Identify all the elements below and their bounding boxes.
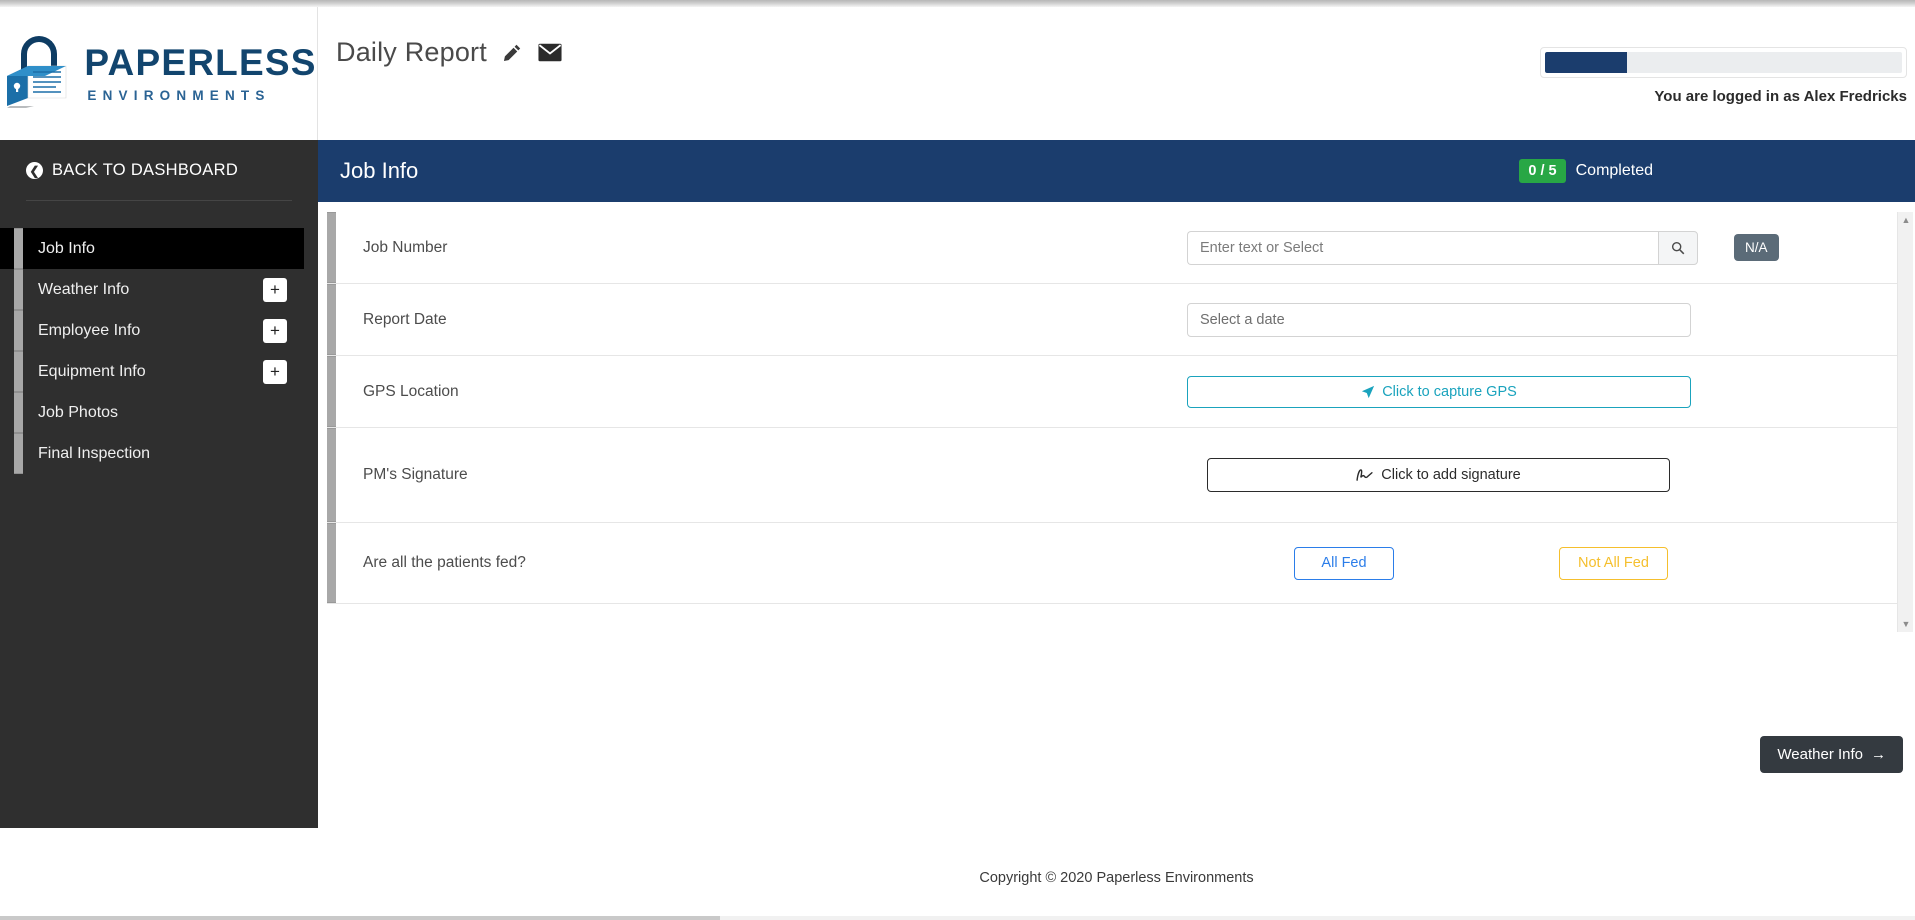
field-label: Report Date <box>363 310 447 328</box>
application-window: PAPERLESS ENVIRONMENTS ❮ BACK TO DASHBOA… <box>0 0 1915 920</box>
report-progress-bar <box>1540 47 1907 78</box>
form-row-patients-fed: Are all the patients fed? All Fed Not Al… <box>327 523 1898 604</box>
sidebar-item-job-info[interactable]: Job Info <box>0 228 304 269</box>
field-control: Click to add signature <box>1187 458 1898 492</box>
capture-gps-label: Click to capture GPS <box>1382 383 1517 400</box>
arrow-circle-left-icon: ❮ <box>26 162 43 179</box>
section-header-bar: Job Info 0 / 5 Completed <box>318 140 1915 202</box>
job-number-na-button[interactable]: N/A <box>1734 234 1779 261</box>
footer: Copyright © 2020 Paperless Environments <box>318 828 1915 920</box>
all-fed-button[interactable]: All Fed <box>1294 546 1394 580</box>
row-marker-icon <box>14 392 23 433</box>
form-row-report-date: Report Date <box>327 284 1898 356</box>
report-date-input[interactable] <box>1187 302 1691 337</box>
field-label: PM's Signature <box>363 466 468 483</box>
browser-chrome-strip <box>0 0 1915 7</box>
row-marker-icon <box>327 428 336 522</box>
sidebar-item-label: Job Info <box>38 239 95 257</box>
row-marker-icon <box>14 351 23 392</box>
sidebar-item-employee-info[interactable]: Employee Info + <box>0 310 304 351</box>
form-scrollbar[interactable]: ▲ ▼ <box>1897 212 1913 632</box>
padlock-document-icon <box>4 34 70 114</box>
page-title-row: Daily Report <box>336 37 562 68</box>
logged-in-user-text: You are logged in as Alex Fredricks <box>1654 88 1907 105</box>
sidebar-item-label: Employee Info <box>38 321 141 339</box>
signature-icon <box>1356 468 1373 481</box>
row-marker-icon <box>327 523 336 603</box>
job-number-search-button[interactable] <box>1658 230 1698 265</box>
sidebar-item-label: Weather Info <box>38 280 130 298</box>
status-badge: 0 / 5 <box>1519 159 1566 183</box>
topbar: Daily Report You are logged in as Alex F… <box>318 7 1915 140</box>
field-control: N/A <box>1187 230 1898 265</box>
section-title: Job Info <box>340 158 419 183</box>
form-row-pm-signature: PM's Signature Click to add signature <box>327 428 1898 523</box>
completed-label: Completed <box>1575 162 1653 179</box>
not-all-fed-button[interactable]: Not All Fed <box>1559 546 1668 580</box>
row-marker-icon <box>14 433 23 474</box>
sidebar-item-label: Job Photos <box>38 403 119 421</box>
location-arrow-icon <box>1362 385 1375 398</box>
expand-equipment-info-plus-icon[interactable]: + <box>263 359 287 384</box>
window-horizontal-scrollbar[interactable] <box>0 916 1915 920</box>
sidebar-item-weather-info[interactable]: Weather Info + <box>0 269 304 310</box>
field-label: GPS Location <box>363 382 459 400</box>
progress-track <box>1545 52 1902 73</box>
add-signature-button[interactable]: Click to add signature <box>1207 458 1670 492</box>
envelope-icon[interactable] <box>538 43 562 62</box>
field-control: Click to capture GPS <box>1187 375 1898 408</box>
row-marker-icon <box>14 269 23 310</box>
next-section-button[interactable]: Weather Info → <box>1760 736 1903 773</box>
field-control: All Fed Not All Fed <box>1234 546 1898 580</box>
expand-employee-info-plus-icon[interactable]: + <box>263 318 287 343</box>
field-label: Are all the patients fed? <box>363 554 526 571</box>
job-number-input[interactable] <box>1187 230 1658 265</box>
row-marker-icon <box>327 284 336 355</box>
logo[interactable]: PAPERLESS ENVIRONMENTS <box>0 34 316 114</box>
page-title: Daily Report <box>336 37 487 67</box>
row-marker-icon <box>14 310 23 351</box>
brand-name: PAPERLESS <box>84 42 317 83</box>
row-marker-icon <box>327 212 336 283</box>
form-panel: Job Number N/A Report Date <box>327 212 1898 632</box>
search-icon <box>1671 241 1685 254</box>
completion-status: 0 / 5 Completed <box>1519 159 1653 183</box>
brand-panel: PAPERLESS ENVIRONMENTS <box>0 7 318 140</box>
sidebar-item-label: Equipment Info <box>38 362 146 380</box>
brand-subtitle: ENVIRONMENTS <box>87 88 271 103</box>
back-to-dashboard-link[interactable]: ❮ BACK TO DASHBOARD <box>0 140 318 200</box>
sidebar-item-label: Final Inspection <box>38 444 151 462</box>
form-row-gps-location: GPS Location Click to capture GPS <box>327 356 1898 428</box>
progress-fill <box>1545 52 1628 73</box>
scrollbar-thumb[interactable] <box>0 916 720 920</box>
add-signature-label: Click to add signature <box>1381 467 1521 483</box>
sidebar-divider <box>26 200 292 201</box>
chevron-down-icon[interactable]: ▼ <box>1898 616 1914 632</box>
form-row-job-number: Job Number N/A <box>327 212 1898 284</box>
sidebar-item-final-inspection[interactable]: Final Inspection <box>0 433 304 474</box>
copyright-text: Copyright © 2020 Paperless Environments <box>979 870 1254 886</box>
row-marker-icon <box>14 228 23 269</box>
chevron-up-icon[interactable]: ▲ <box>1898 212 1914 228</box>
sidebar-nav: Job Info Weather Info + Employee Info + … <box>0 228 318 474</box>
row-marker-icon <box>327 356 336 427</box>
capture-gps-button[interactable]: Click to capture GPS <box>1187 375 1691 408</box>
field-label: Job Number <box>363 238 448 256</box>
field-control <box>1187 302 1898 337</box>
arrow-right-icon: → <box>1871 746 1886 763</box>
next-section-label: Weather Info <box>1777 746 1863 763</box>
sidebar-item-job-photos[interactable]: Job Photos <box>0 392 304 433</box>
sidebar-item-equipment-info[interactable]: Equipment Info + <box>0 351 304 392</box>
sidebar: ❮ BACK TO DASHBOARD Job Info Weather Inf… <box>0 140 318 828</box>
back-to-dashboard-label: BACK TO DASHBOARD <box>52 161 239 179</box>
pencil-icon[interactable] <box>503 43 522 62</box>
expand-weather-info-plus-icon[interactable]: + <box>263 277 287 302</box>
